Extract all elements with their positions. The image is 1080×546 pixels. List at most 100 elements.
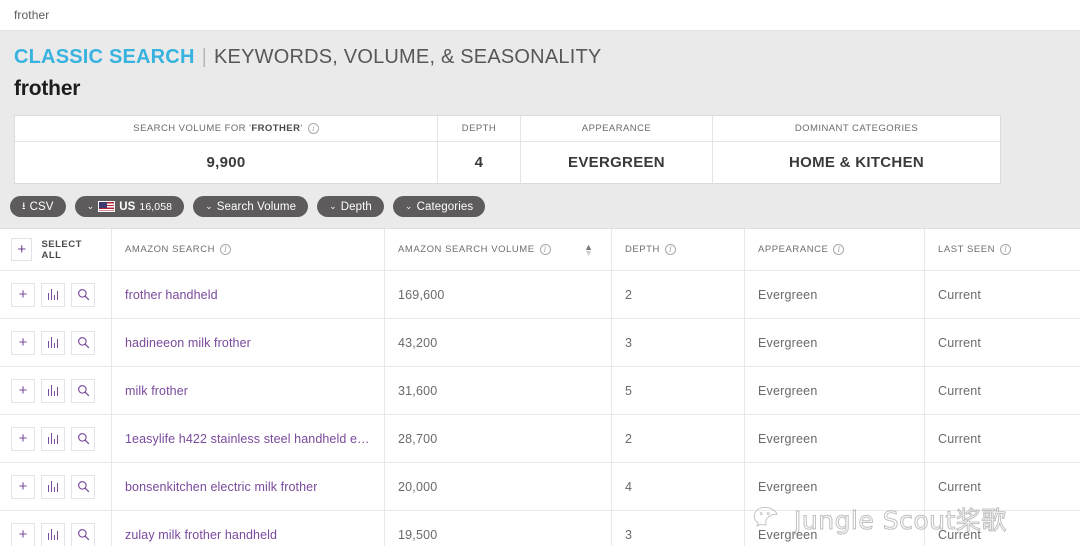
column-header-depth[interactable]: DEPTH i <box>612 229 745 270</box>
summary-value-volume: 9,900 <box>15 142 438 183</box>
appearance-value: Evergreen <box>758 383 818 398</box>
select-all-cell[interactable]: + SELECT ALL <box>0 229 112 270</box>
depth-filter-button[interactable]: ⌄ Depth <box>317 196 384 217</box>
add-keyword-button[interactable]: + <box>11 378 35 403</box>
table-body: + frother handheld 169,600 2 Evergreen Curren… <box>0 271 1080 546</box>
page-title-rest: KEYWORDS, VOLUME, & SEASONALITY <box>214 46 602 68</box>
search-volume-value: 19,500 <box>398 527 438 542</box>
keyword-search-button[interactable] <box>71 330 95 355</box>
country-count-label: 16,058 <box>139 200 173 213</box>
summary-value-depth: 4 <box>438 142 521 183</box>
keyword-trends-button[interactable] <box>41 378 65 403</box>
keyword-trends-button[interactable] <box>41 330 65 355</box>
cell-search-volume: 43,200 <box>385 319 612 366</box>
bar-chart-icon <box>47 337 59 348</box>
depth-value: 3 <box>625 335 633 350</box>
csv-export-button[interactable]: ⭳ CSV <box>10 196 66 217</box>
table-row: + hadineeon milk frother 43,200 3 Evergreen C… <box>0 319 1080 367</box>
depth-value: 3 <box>625 527 633 542</box>
add-keyword-button[interactable]: + <box>11 330 35 355</box>
info-icon[interactable]: i <box>1000 244 1012 255</box>
info-icon[interactable]: i <box>539 244 551 255</box>
add-keyword-button[interactable]: + <box>11 426 35 451</box>
row-actions-cell: + <box>0 415 112 462</box>
keyword-search-button[interactable] <box>71 378 95 403</box>
download-icon: ⭳ <box>22 200 26 212</box>
add-keyword-button[interactable]: + <box>11 474 35 499</box>
appearance-value: Evergreen <box>758 287 818 302</box>
column-header-last-seen[interactable]: LAST SEEN i <box>925 229 1080 270</box>
cell-depth: 5 <box>612 367 745 414</box>
appearance-value: Evergreen <box>758 479 818 494</box>
sort-toggle[interactable]: ▲ ▼ <box>584 242 593 257</box>
depth-filter-label: Depth <box>340 200 372 213</box>
table-header-row: + SELECT ALL AMAZON SEARCH i AMAZON SEAR… <box>0 229 1080 271</box>
cell-search-volume: 20,000 <box>385 463 612 510</box>
keyword-trends-button[interactable] <box>41 426 65 451</box>
cell-appearance: Evergreen <box>745 271 925 318</box>
last-seen-value: Current <box>938 527 982 542</box>
plus-icon[interactable]: + <box>11 238 33 261</box>
summary-value-row: 9,900 4 EVERGREEN HOME & KITCHEN <box>15 142 1000 183</box>
summary-header-depth: DEPTH <box>438 116 521 141</box>
country-filter-button[interactable]: ⌄ US 16,058 <box>74 196 185 217</box>
column-header-amazon-search[interactable]: AMAZON SEARCH i <box>112 229 385 270</box>
cell-keyword: bonsenkitchen electric milk frother <box>112 463 385 510</box>
info-icon[interactable]: i <box>307 123 319 134</box>
keyword-trends-button[interactable] <box>41 474 65 499</box>
browser-tab-strip: frother <box>0 0 1080 31</box>
cell-search-volume: 28,700 <box>385 415 612 462</box>
keyword-trends-button[interactable] <box>41 282 65 307</box>
row-actions-cell: + <box>0 367 112 414</box>
categories-filter-button[interactable]: ⌄ Categories <box>392 196 486 217</box>
info-icon[interactable]: i <box>220 244 232 255</box>
cell-keyword: 1easylife h422 stainless steel handheld … <box>112 415 385 462</box>
keyword-trends-button[interactable] <box>41 522 65 546</box>
search-volume-filter-label: Search Volume <box>216 200 297 213</box>
keyword-link[interactable]: bonsenkitchen electric milk frother <box>125 480 317 494</box>
depth-value: 2 <box>625 431 633 446</box>
keyword-search-button[interactable] <box>71 426 95 451</box>
keyword-link[interactable]: frother handheld <box>125 288 218 302</box>
categories-filter-label: Categories <box>416 200 474 213</box>
keyword-link[interactable]: hadineeon milk frother <box>125 336 251 350</box>
cell-keyword: hadineeon milk frother <box>112 319 385 366</box>
keyword-search-button[interactable] <box>71 282 95 307</box>
cell-depth: 3 <box>612 511 745 546</box>
column-header-appearance[interactable]: APPEARANCE i <box>745 229 925 270</box>
select-all-label: SELECT ALL <box>41 238 82 261</box>
page-title-separator: | <box>201 46 207 68</box>
keyword-link[interactable]: zulay milk frother handheld <box>125 528 277 542</box>
depth-value: 5 <box>625 383 633 398</box>
summary-header-row: SEARCH VOLUME FOR 'FROTHER' i DEPTH APPE… <box>15 116 1000 142</box>
us-flag-icon <box>98 201 116 212</box>
summary-header-volume: SEARCH VOLUME FOR 'FROTHER' i <box>15 116 438 141</box>
search-icon <box>77 336 90 349</box>
search-icon <box>77 432 90 445</box>
keyword-search-button[interactable] <box>71 522 95 546</box>
add-keyword-button[interactable]: + <box>11 522 35 546</box>
info-icon[interactable]: i <box>664 244 676 255</box>
page-body: CLASSIC SEARCH | KEYWORDS, VOLUME, & SEA… <box>0 31 1080 546</box>
add-keyword-button[interactable]: + <box>11 282 35 307</box>
cell-last-seen: Current <box>925 319 1080 366</box>
table-row: + bonsenkitchen electric milk frother 20,0… <box>0 463 1080 511</box>
summary-header-appearance: APPEARANCE <box>521 116 713 141</box>
info-icon[interactable]: i <box>833 244 845 255</box>
row-actions-cell: + <box>0 463 112 510</box>
cell-depth: 4 <box>612 463 745 510</box>
table-row: + milk frother 31,600 5 Evergreen Current <box>0 367 1080 415</box>
keyword-link[interactable]: 1easylife h422 stainless steel handheld … <box>125 432 371 446</box>
column-header-depth-label: DEPTH <box>625 244 660 255</box>
column-header-amazon-search-volume[interactable]: AMAZON SEARCH VOLUME i ▲ ▼ <box>385 229 612 270</box>
search-volume-filter-button[interactable]: ⌄ Search Volume <box>193 196 309 217</box>
depth-value: 4 <box>625 479 633 494</box>
keyword-link[interactable]: milk frother <box>125 384 188 398</box>
cell-last-seen: Current <box>925 463 1080 510</box>
bar-chart-icon <box>47 385 59 396</box>
keyword-search-button[interactable] <box>71 474 95 499</box>
column-header-amazon-search-label: AMAZON SEARCH <box>125 244 216 255</box>
search-icon <box>77 480 90 493</box>
table-row: +1easylife h422 stainless steel handheld… <box>0 415 1080 463</box>
summary-header-volume-label: SEARCH VOLUME FOR 'FROTHER' <box>133 123 303 134</box>
